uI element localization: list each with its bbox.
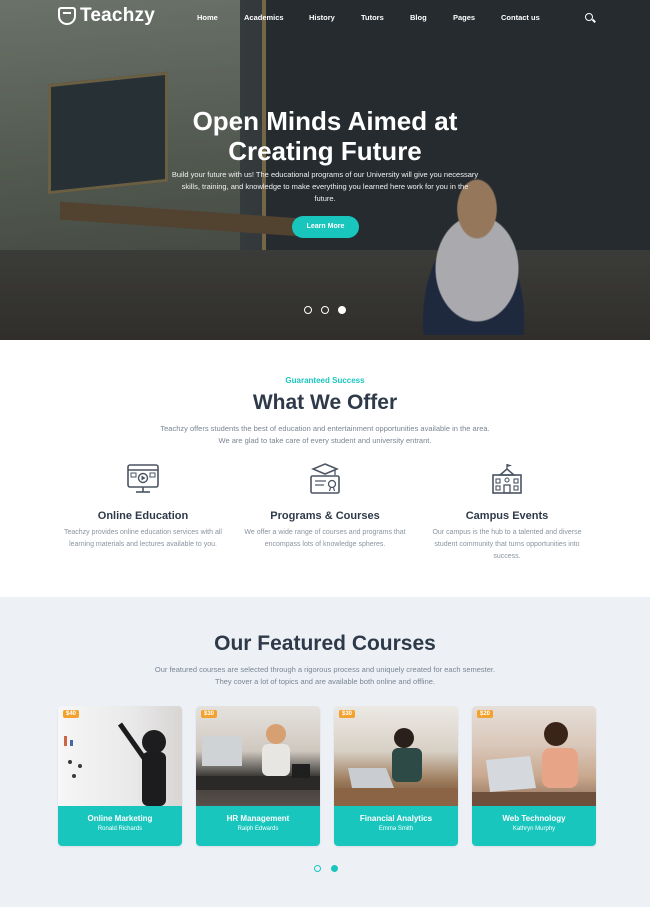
feature-campus-events: Campus Events Our campus is the hub to a… [422, 462, 592, 563]
course-image-art [64, 722, 166, 806]
offer-subtitle-line1: Teachzy offers students the best of educ… [160, 424, 490, 433]
hero-title: Open Minds Aimed at Creating Future [0, 106, 650, 166]
slider-dot-3[interactable] [338, 306, 346, 314]
price-badge: $40 [63, 710, 80, 718]
course-image-art [472, 722, 596, 806]
courses-page-dot-1[interactable] [314, 865, 321, 872]
nav-tutors[interactable]: Tutors [361, 13, 410, 22]
course-author: Ronald Richards [97, 826, 143, 832]
course-image: $40 [58, 706, 182, 806]
feature-online-education: Online Education Teachzy provides online… [58, 462, 228, 563]
course-image: $30 [334, 706, 458, 806]
courses-title: Our Featured Courses [214, 632, 436, 655]
feature-title: Programs & Courses [270, 510, 380, 522]
course-body: Financial Analytics Emma Smith [334, 806, 458, 846]
feature-text: We offer a wide range of courses and pro… [244, 529, 406, 548]
course-card[interactable]: $40 Online Marketing Ronald Richards [58, 706, 182, 846]
course-cards: $40 Online Marketing Ronald Richards $30… [58, 706, 596, 846]
course-body: HR Management Ralph Edwards [196, 806, 320, 846]
logo-text: Teachzy [80, 5, 155, 26]
price-badge: $20 [477, 710, 494, 718]
price-badge: $30 [201, 710, 218, 718]
courses-subtitle: Our featured courses are selected throug… [110, 664, 540, 688]
main-menu: Home Academics History Tutors Blog Pages… [197, 13, 561, 22]
nav-academics[interactable]: Academics [244, 13, 309, 22]
feature-programs-courses: Programs & Courses We offer a wide range… [240, 462, 410, 563]
feature-title: Campus Events [465, 510, 549, 522]
courses-subtitle-line2: They cover a lot of topics and are avail… [214, 677, 435, 686]
courses-page-dot-2[interactable] [331, 865, 338, 872]
price-badge: $30 [339, 710, 356, 718]
hero-slider-dots [304, 306, 346, 314]
offer-kicker: Guaranteed Success [285, 376, 365, 385]
logo-icon [58, 7, 76, 25]
offer-subtitle: Teachzy offers students the best of educ… [130, 423, 520, 447]
course-title[interactable]: HR Management [196, 814, 320, 823]
feature-text: Teachzy provides online education servic… [64, 529, 222, 548]
course-body: Web Technology Kathryn Murphy [472, 806, 596, 846]
features-row: Online Education Teachzy provides online… [58, 462, 592, 563]
slider-dot-1[interactable] [304, 306, 312, 314]
course-image-art [196, 724, 320, 790]
hero-title-line1: Open Minds Aimed at [192, 106, 458, 136]
nav-home[interactable]: Home [197, 13, 244, 22]
nav-contact[interactable]: Contact us [501, 13, 561, 22]
learn-more-button[interactable]: Learn More [292, 216, 359, 238]
feature-title: Online Education [97, 510, 189, 522]
feature-text: Our campus is the hub to a talented and … [432, 529, 582, 560]
nav-history[interactable]: History [309, 13, 361, 22]
course-title[interactable]: Online Marketing [58, 814, 182, 823]
online-education-icon [127, 464, 159, 493]
offer-subtitle-line2: We are glad to take care of every studen… [218, 436, 432, 445]
nav-blog[interactable]: Blog [410, 13, 453, 22]
courses-pagination [314, 865, 338, 872]
course-image: $30 [196, 706, 320, 806]
hero-title-line2: Creating Future [228, 136, 422, 166]
course-card[interactable]: $30 Financial Analytics Emma Smith [334, 706, 458, 846]
campus-building-icon [492, 464, 522, 494]
course-title[interactable]: Financial Analytics [334, 814, 458, 823]
certificate-icon [310, 463, 340, 494]
logo[interactable]: Teachzy [58, 5, 155, 27]
top-navigation: Teachzy Home Academics History Tutors Bl… [0, 0, 650, 36]
slider-dot-2[interactable] [321, 306, 329, 314]
offer-title: What We Offer [252, 391, 398, 414]
search-icon[interactable] [585, 13, 593, 21]
nav-pages[interactable]: Pages [453, 13, 501, 22]
course-author: Ralph Edwards [237, 826, 279, 832]
hero-text: Build your future with us! The education… [171, 170, 479, 203]
hero-section: Teachzy Home Academics History Tutors Bl… [0, 0, 650, 340]
course-author: Emma Smith [378, 826, 414, 832]
course-card[interactable]: $30 HR Management Ralph Edwards [196, 706, 320, 846]
course-card[interactable]: $20 Web Technology Kathryn Murphy [472, 706, 596, 846]
courses-subtitle-line1: Our featured courses are selected throug… [154, 665, 496, 674]
course-image-art [334, 728, 458, 806]
course-body: Online Marketing Ronald Richards [58, 806, 182, 846]
course-title[interactable]: Web Technology [472, 814, 596, 823]
course-image: $20 [472, 706, 596, 806]
course-author: Kathryn Murphy [512, 826, 556, 832]
